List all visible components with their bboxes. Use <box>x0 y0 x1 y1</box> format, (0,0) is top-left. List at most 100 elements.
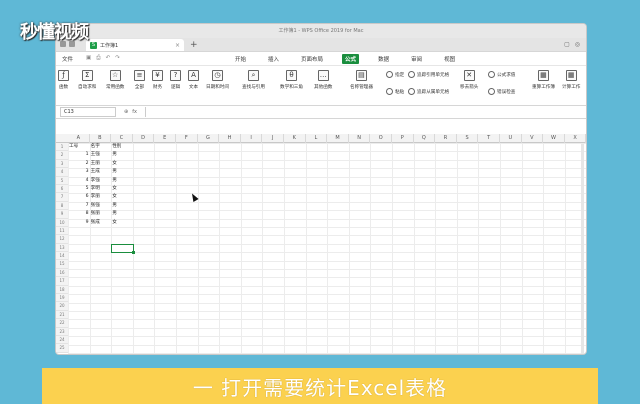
id-cell[interactable]: 3 <box>69 168 89 176</box>
date-time-button[interactable]: ◷ 日期和时间 <box>206 70 229 90</box>
row-header-11[interactable]: 11 <box>56 226 68 236</box>
row-header-2[interactable]: 2 <box>56 151 68 160</box>
header-cell[interactable]: 名字 <box>91 143 111 151</box>
name-cell[interactable]: 李明 <box>91 185 111 193</box>
remove-arrows-button[interactable]: ✕ 移去箭头 <box>460 70 478 90</box>
column-header-A[interactable]: A <box>68 134 90 143</box>
cell-grid[interactable]: 工号 名字 性别 1 王强男 2 王丽女 3 王成男 4 李强男 5 李明女 6 李丽女 7 张强男 8 张丽男 9 张… <box>68 143 586 354</box>
row-header-18[interactable]: 18 <box>56 285 68 295</box>
column-header-P[interactable]: P <box>392 134 414 143</box>
column-header-G[interactable]: G <box>198 134 220 143</box>
error-checking-button[interactable]: 错误检查 <box>488 88 515 95</box>
paste-name-button[interactable]: 粘贴 <box>386 88 404 95</box>
more-functions-button[interactable]: … 其他函数 <box>314 70 332 90</box>
gender-cell[interactable]: 男 <box>112 151 132 159</box>
column-header-F[interactable]: F <box>176 134 198 143</box>
fx-icon[interactable]: fx <box>132 109 137 115</box>
row-header-8[interactable]: 8 <box>56 201 68 211</box>
trace-dependents-button[interactable]: 追踪从属单元格 <box>408 88 449 95</box>
column-header-O[interactable]: O <box>370 134 392 143</box>
row-header-4[interactable]: 4 <box>56 168 68 177</box>
column-header-J[interactable]: J <box>262 134 284 143</box>
column-header-M[interactable]: M <box>327 134 349 143</box>
row-header-20[interactable]: 20 <box>56 302 68 311</box>
row-header-23[interactable]: 23 <box>56 327 68 336</box>
id-cell[interactable]: 2 <box>69 160 89 168</box>
id-cell[interactable]: 1 <box>69 151 89 159</box>
formula-input[interactable] <box>144 107 586 117</box>
row-header-22[interactable]: 22 <box>56 319 68 328</box>
row-header-10[interactable]: 10 <box>56 218 68 227</box>
column-header-C[interactable]: C <box>111 134 133 143</box>
define-name-button[interactable]: 指定 <box>386 71 404 78</box>
column-header-T[interactable]: T <box>478 134 500 143</box>
row-header-14[interactable]: 14 <box>56 252 68 261</box>
row-header-7[interactable]: 7 <box>56 193 68 202</box>
new-tab-icon[interactable]: + <box>190 39 198 51</box>
column-header-K[interactable]: K <box>284 134 306 143</box>
name-cell[interactable]: 张丽 <box>91 210 111 218</box>
column-header-V[interactable]: V <box>522 134 544 143</box>
name-box[interactable]: C13 <box>60 107 116 117</box>
gender-cell[interactable]: 男 <box>112 202 132 210</box>
name-cell[interactable]: 张强 <box>91 202 111 210</box>
column-header-U[interactable]: U <box>500 134 522 143</box>
common-functions-button[interactable]: ☆ 常用函数 <box>106 70 124 90</box>
column-header-E[interactable]: E <box>154 134 176 143</box>
column-header-N[interactable]: N <box>349 134 371 143</box>
row-header-3[interactable]: 3 <box>56 159 68 169</box>
close-icon[interactable]: × <box>175 42 180 49</box>
financial-button[interactable]: ¥ 财务 <box>152 70 163 90</box>
row-header-12[interactable]: 12 <box>56 235 68 244</box>
logical-button[interactable]: ? 逻辑 <box>170 70 181 90</box>
selected-cell[interactable] <box>111 243 135 255</box>
fill-handle[interactable] <box>131 251 135 255</box>
insert-function-button[interactable]: ƒ 函数 <box>58 70 69 90</box>
row-header-6[interactable]: 6 <box>56 184 68 194</box>
name-cell[interactable]: 李强 <box>91 177 111 185</box>
row-header-25[interactable]: 25 <box>56 344 68 353</box>
menu-formulas[interactable]: 公式 <box>342 53 360 64</box>
column-header-I[interactable]: I <box>241 134 263 143</box>
name-cell[interactable]: 李丽 <box>91 193 111 201</box>
column-header-B[interactable]: B <box>90 134 112 143</box>
gender-cell[interactable]: 女 <box>112 219 132 227</box>
zoom-icon[interactable]: ⊕ <box>124 109 128 115</box>
row-header-16[interactable]: 16 <box>56 268 68 278</box>
all-functions-button[interactable]: ≡ 全部 <box>134 70 145 90</box>
header-cell[interactable]: 性别 <box>112 143 132 151</box>
column-header-L[interactable]: L <box>306 134 328 143</box>
menu-insert[interactable]: 插入 <box>265 54 282 64</box>
row-header-1[interactable]: 1 <box>56 143 68 152</box>
column-header-D[interactable]: D <box>133 134 155 143</box>
row-header-21[interactable]: 21 <box>56 310 68 320</box>
gender-cell[interactable]: 女 <box>112 160 132 168</box>
column-header-X[interactable]: X <box>565 134 586 143</box>
id-cell[interactable]: 5 <box>69 185 89 193</box>
name-manager-button[interactable]: ▤ 名称管理器 <box>350 70 373 90</box>
undo-icon[interactable]: ↶ <box>106 55 111 62</box>
column-header-R[interactable]: R <box>435 134 457 143</box>
file-menu[interactable]: 文件 <box>62 55 73 63</box>
name-cell[interactable]: 王丽 <box>91 160 111 168</box>
column-header-H[interactable]: H <box>219 134 241 143</box>
lookup-button[interactable]: ⌕ 查找与引用 <box>242 70 265 90</box>
math-trig-button[interactable]: θ 数学和三角 <box>280 70 303 90</box>
column-header-Q[interactable]: Q <box>414 134 436 143</box>
trace-precedents-button[interactable]: 追踪引用单元格 <box>408 71 449 78</box>
column-header-S[interactable]: S <box>457 134 479 143</box>
id-cell[interactable]: 6 <box>69 193 89 201</box>
id-cell[interactable]: 7 <box>69 202 89 210</box>
gender-cell[interactable]: 女 <box>112 185 132 193</box>
gender-cell[interactable]: 男 <box>112 210 132 218</box>
gender-cell[interactable]: 男 <box>112 168 132 176</box>
row-header-17[interactable]: 17 <box>56 277 68 286</box>
menu-page-layout[interactable]: 页面布局 <box>298 54 326 64</box>
name-cell[interactable]: 王成 <box>91 168 111 176</box>
row-header-24[interactable]: 24 <box>56 335 68 345</box>
id-cell[interactable]: 9 <box>69 219 89 227</box>
name-cell[interactable]: 王强 <box>91 151 111 159</box>
row-header-19[interactable]: 19 <box>56 294 68 303</box>
header-cell[interactable]: 工号 <box>69 143 89 151</box>
recalculate-button[interactable]: ▦ 重算工作簿 <box>532 70 555 90</box>
